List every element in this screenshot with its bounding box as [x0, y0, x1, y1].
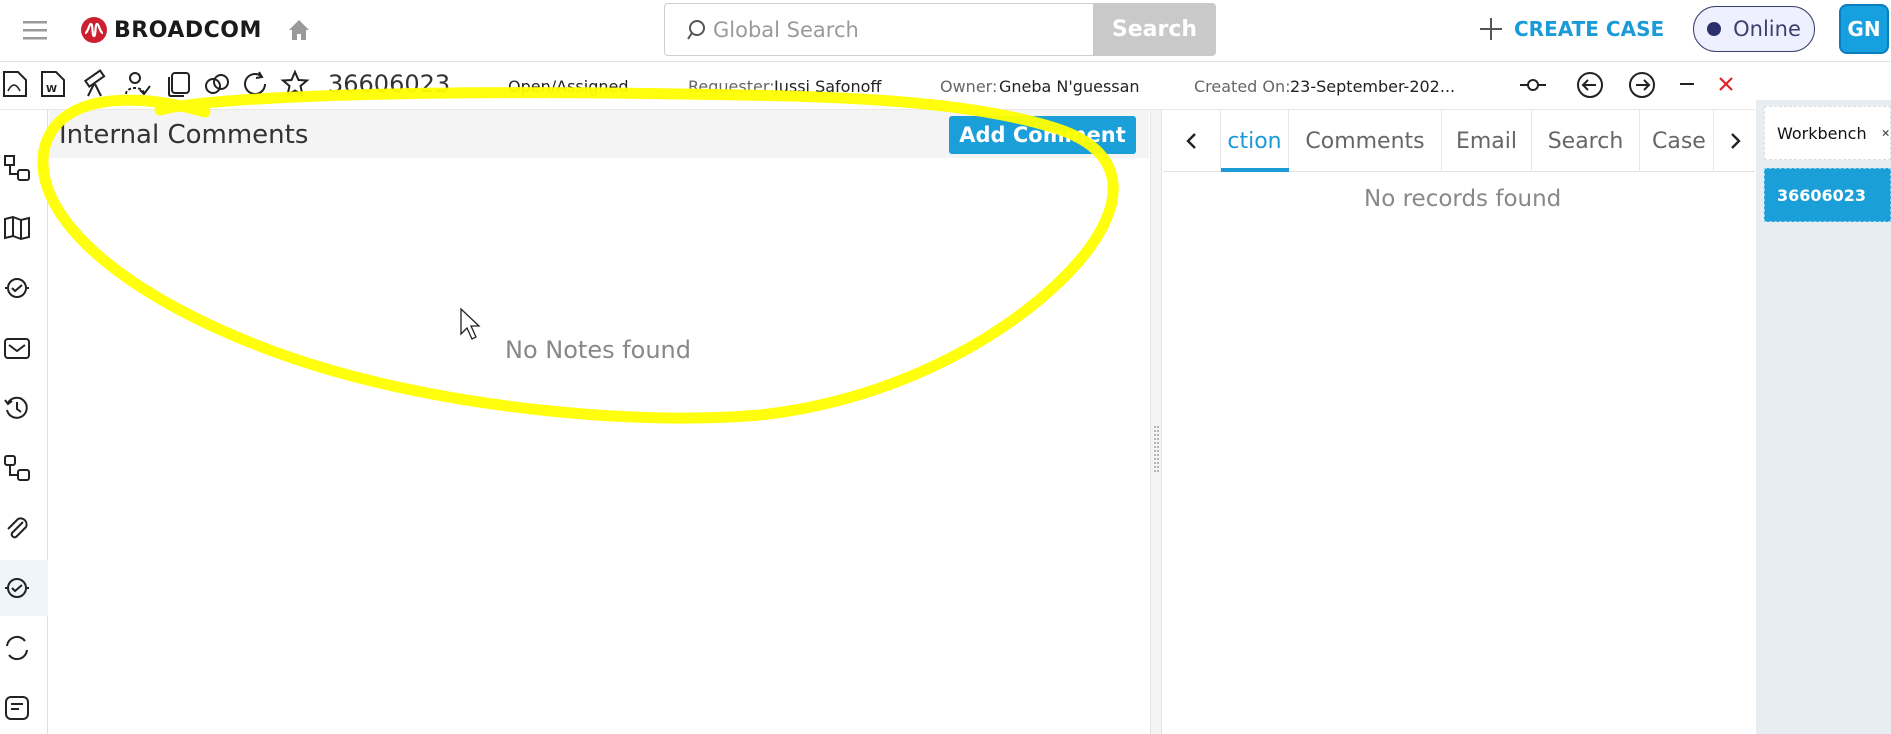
tab-action[interactable]: ction — [1221, 110, 1289, 172]
requester-name: Jussi Safonoff — [774, 77, 882, 96]
tab-search[interactable]: Search — [1532, 110, 1640, 172]
svg-text:W: W — [46, 84, 57, 95]
status-dot-icon — [1707, 22, 1722, 36]
book-icon[interactable] — [3, 214, 31, 242]
support-agent-active-icon[interactable] — [3, 574, 31, 602]
brand-name: BROADCOM — [114, 17, 262, 43]
tab-comments[interactable]: Comments — [1289, 110, 1442, 172]
workbench-tab[interactable]: Workbench — [1764, 106, 1891, 160]
owner-name: Gneba N'guessan — [999, 77, 1140, 96]
telescope-icon[interactable] — [80, 69, 110, 99]
case-status: Open/Assigned — [508, 77, 629, 96]
no-records-message: No records found — [1364, 186, 1562, 212]
internal-comments-title: Internal Comments — [59, 120, 309, 150]
workbench-case-tab[interactable]: 36606023 — [1764, 168, 1891, 222]
commit-icon[interactable] — [1518, 70, 1548, 100]
broadcom-logo[interactable]: BROADCOM — [80, 14, 262, 46]
internal-comments-header: Internal Comments Add Comment — [49, 110, 1149, 158]
copy-icon[interactable] — [164, 69, 194, 99]
case-header: W 36606023 Open/Assigned Requester: Juss… — [0, 62, 1755, 110]
user-avatar[interactable]: GN — [1839, 4, 1889, 54]
presence-status-toggle[interactable]: Online — [1693, 6, 1815, 52]
drag-handle-icon[interactable] — [1154, 426, 1159, 472]
presence-status-label: Online — [1733, 17, 1801, 41]
home-icon[interactable] — [285, 16, 313, 44]
create-case-button[interactable]: CREATE CASE — [1478, 12, 1664, 46]
case-details-panel: ction Comments Email Search Case No reco… — [1163, 110, 1755, 734]
workbench-tab-label: Workbench — [1777, 123, 1867, 143]
global-search-input[interactable] — [713, 17, 1093, 42]
mail-icon[interactable] — [3, 334, 31, 362]
word-document-icon[interactable]: W — [38, 69, 68, 99]
plus-icon — [1480, 18, 1502, 40]
search-icon — [687, 19, 705, 40]
tabs-scroll-right-icon[interactable] — [1714, 110, 1755, 172]
created-on-value: 23-September-202... — [1290, 77, 1456, 96]
owner-label: Owner: — [940, 77, 998, 96]
requester-label: Requester: — [688, 77, 775, 96]
top-bar: BROADCOM Search CREATE CASE Online GN — [0, 0, 1891, 62]
no-notes-message: No Notes found — [505, 336, 691, 364]
case-number: 36606023 — [328, 70, 451, 98]
tabs-row: ction Comments Email Search Case — [1163, 110, 1755, 172]
hierarchy-icon[interactable] — [3, 454, 31, 482]
tabs-scroll-left-icon[interactable] — [1163, 110, 1221, 172]
attachment-icon[interactable] — [3, 514, 31, 542]
user-check-icon[interactable] — [122, 69, 152, 99]
hamburger-menu-icon[interactable] — [20, 16, 50, 44]
minimize-icon[interactable] — [1672, 70, 1702, 100]
broadcom-logo-icon — [81, 17, 107, 43]
workbench-case-label: 36606023 — [1777, 185, 1867, 205]
history-icon[interactable] — [3, 394, 31, 422]
left-tool-rail — [0, 110, 48, 734]
tab-email[interactable]: Email — [1442, 110, 1532, 172]
star-icon[interactable] — [280, 69, 310, 99]
sync-icon[interactable] — [3, 634, 31, 662]
global-search-box[interactable] — [664, 3, 1094, 56]
search-button[interactable]: Search — [1093, 3, 1216, 56]
next-case-icon[interactable] — [1627, 70, 1657, 100]
panel-splitter[interactable] — [1150, 110, 1162, 734]
created-on-label: Created On: — [1194, 77, 1291, 96]
pdf-icon[interactable] — [0, 69, 30, 99]
close-case-icon[interactable] — [1711, 70, 1741, 100]
add-comment-button[interactable]: Add Comment — [949, 116, 1136, 154]
refresh-icon[interactable] — [240, 69, 270, 99]
workflow-icon[interactable] — [3, 154, 31, 182]
create-case-label: CREATE CASE — [1514, 17, 1665, 41]
notes-icon[interactable] — [3, 694, 31, 722]
workbench-sidebar: Workbench 36606023 — [1756, 100, 1891, 734]
link-icon[interactable] — [202, 69, 232, 99]
active-tab-indicator — [1221, 168, 1289, 172]
support-agent-icon[interactable] — [3, 274, 31, 302]
close-icon[interactable] — [1881, 126, 1890, 140]
previous-case-icon[interactable] — [1575, 70, 1605, 100]
internal-comments-panel: Internal Comments Add Comment No Notes f… — [49, 110, 1149, 734]
tab-case[interactable]: Case — [1640, 110, 1714, 172]
